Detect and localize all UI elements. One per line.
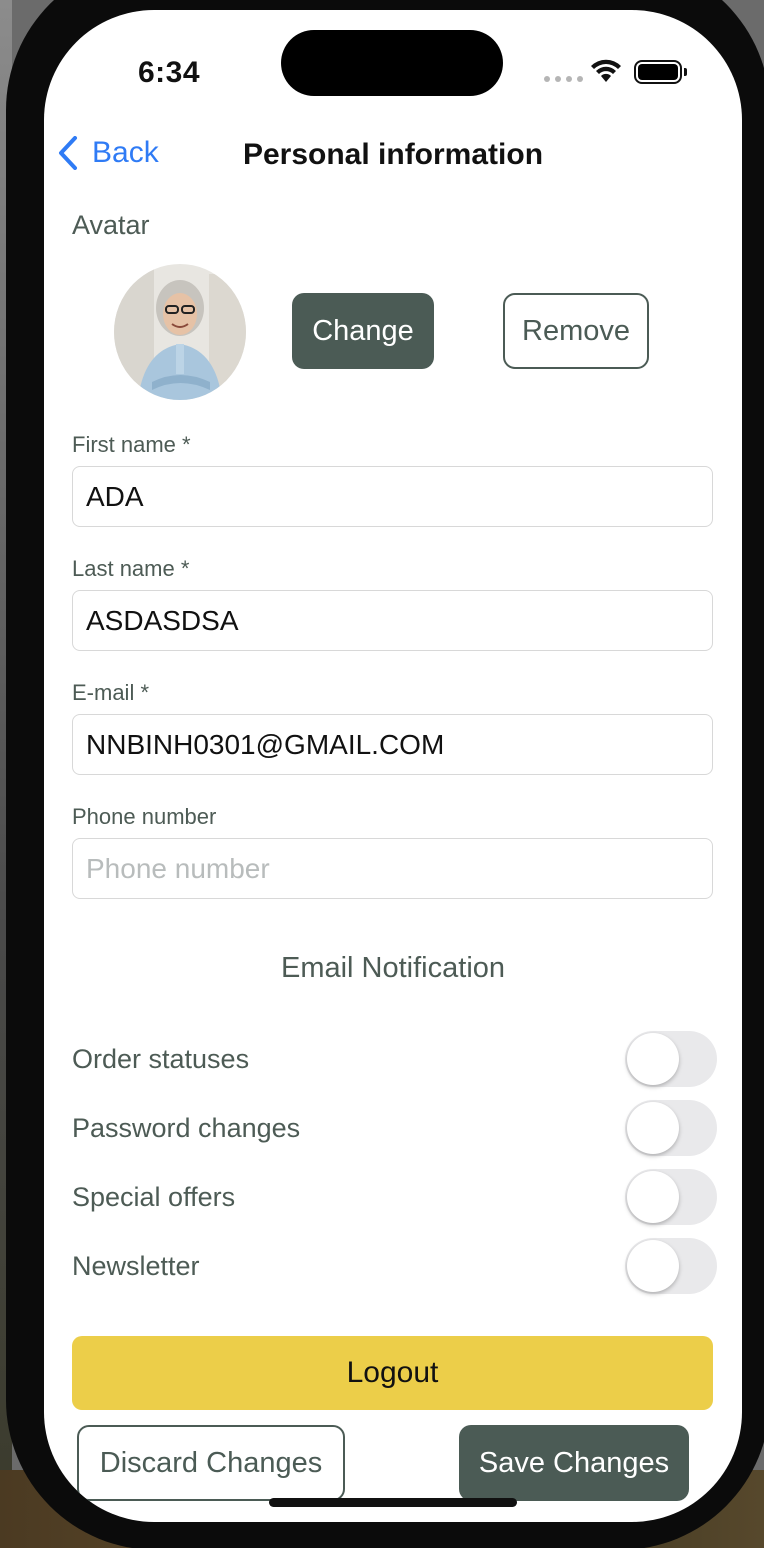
notification-label: Special offers	[72, 1181, 236, 1212]
notification-row-password-changes: Password changes	[72, 1100, 717, 1156]
notification-row-order-statuses: Order statuses	[72, 1031, 717, 1087]
notification-label: Password changes	[72, 1112, 301, 1143]
wifi-icon	[591, 59, 621, 82]
notification-label: Newsletter	[72, 1250, 200, 1281]
avatar	[114, 264, 246, 400]
email-notification-title: Email Notification	[280, 952, 506, 984]
last-name-label: Last name *	[72, 556, 190, 581]
toggle-knob	[627, 1240, 679, 1292]
home-indicator	[269, 1498, 517, 1507]
newsletter-toggle[interactable]	[625, 1238, 717, 1294]
order-statuses-toggle[interactable]	[625, 1031, 717, 1087]
toggle-knob	[627, 1033, 679, 1085]
page-title: Personal information	[242, 138, 544, 171]
first-name-label: First name *	[72, 432, 191, 457]
phone-frame: 6:34 Back Personal information Avatar Ch…	[6, 0, 764, 1548]
app-screen: 6:34 Back Personal information Avatar Ch…	[44, 10, 742, 1522]
notification-row-special-offers: Special offers	[72, 1169, 717, 1225]
dynamic-island	[281, 30, 503, 96]
remove-avatar-button[interactable]: Remove	[503, 293, 649, 369]
last-name-field[interactable]	[72, 590, 713, 651]
email-field[interactable]	[72, 714, 713, 775]
battery-icon	[634, 60, 682, 84]
toggle-knob	[627, 1171, 679, 1223]
status-time: 6:34	[138, 56, 201, 89]
special-offers-toggle[interactable]	[625, 1169, 717, 1225]
cellular-signal-icon	[544, 76, 583, 82]
phone-label: Phone number	[72, 804, 217, 829]
change-avatar-button[interactable]: Change	[292, 293, 434, 369]
first-name-field[interactable]	[72, 466, 713, 527]
email-label: E-mail *	[72, 680, 150, 705]
discard-changes-button[interactable]: Discard Changes	[77, 1425, 345, 1501]
notification-label: Order statuses	[72, 1043, 250, 1074]
battery-tip	[684, 68, 687, 76]
logout-button[interactable]: Logout	[72, 1336, 713, 1410]
password-changes-toggle[interactable]	[625, 1100, 717, 1156]
save-changes-button[interactable]: Save Changes	[459, 1425, 689, 1501]
notification-row-newsletter: Newsletter	[72, 1238, 717, 1294]
avatar-section-label: Avatar	[72, 210, 150, 240]
phone-field[interactable]	[72, 838, 713, 899]
toggle-knob	[627, 1102, 679, 1154]
